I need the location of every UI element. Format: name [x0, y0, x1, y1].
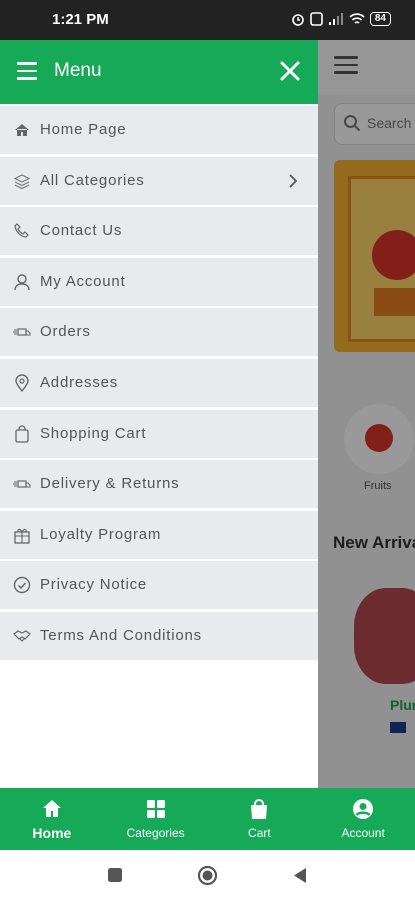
status-icons: 84 [291, 12, 391, 26]
system-navigation-bar [0, 850, 415, 900]
menu-item-label: All Categories [40, 171, 145, 189]
handshake-icon [13, 630, 31, 642]
menu-item-label: Addresses [40, 373, 119, 391]
menu-item-privacy-notice[interactable]: Privacy Notice [0, 561, 318, 610]
nav-home[interactable]: Home [0, 788, 104, 850]
location-pin-icon [15, 374, 29, 392]
nav-label: Home [32, 825, 72, 841]
nav-label: Account [341, 826, 385, 840]
menu-icon[interactable] [17, 62, 37, 85]
nav-account[interactable]: Account [311, 788, 415, 850]
menu-item-label: Delivery & Returns [40, 475, 180, 493]
delivery-truck-icon [13, 480, 31, 488]
account-circle-icon [353, 799, 374, 819]
menu-item-terms-and-conditions[interactable]: Terms And Conditions [0, 611, 318, 660]
drawer-header: Menu [0, 40, 318, 104]
shopping-bag-icon [251, 799, 268, 819]
menu-item-orders[interactable]: Orders [0, 308, 318, 357]
status-bar: 1:21 PM 84 [0, 0, 415, 40]
menu-item-all-categories[interactable]: All Categories [0, 156, 318, 205]
bottom-navigation: Home Categories Cart Account [0, 788, 415, 850]
alarm-icon [292, 14, 304, 26]
menu-item-label: Terms And Conditions [40, 626, 202, 644]
home-icon [42, 800, 61, 817]
status-time: 1:21 PM [52, 11, 109, 28]
user-icon [14, 274, 30, 290]
gift-icon [14, 528, 30, 544]
back-icon[interactable] [292, 867, 308, 884]
home-button-icon[interactable] [197, 865, 218, 886]
sim-icon [310, 12, 323, 26]
menu-item-home-page[interactable]: Home Page [0, 106, 318, 154]
menu-item-addresses[interactable]: Addresses [0, 358, 318, 407]
menu-item-contact-us[interactable]: Contact Us [0, 207, 318, 256]
menu-item-label: Orders [40, 323, 91, 341]
nav-categories[interactable]: Categories [104, 788, 208, 850]
grid-icon [146, 800, 165, 818]
chevron-right-icon [289, 173, 298, 188]
menu-item-label: Shopping Cart [40, 424, 147, 442]
home-icon [15, 124, 29, 136]
drawer-title: Menu [54, 60, 102, 81]
recent-apps-icon[interactable] [107, 867, 123, 883]
close-icon[interactable] [279, 60, 301, 82]
phone-icon [14, 223, 29, 238]
drawer-menu: Home Page All Categories Contact Us My A… [0, 106, 318, 663]
nav-label: Cart [248, 826, 271, 840]
delivery-truck-icon [13, 328, 31, 336]
shopping-bag-icon [15, 424, 29, 443]
menu-item-label: Loyalty Program [40, 525, 162, 543]
wifi-icon [349, 13, 365, 24]
battery-level: 84 [369, 12, 391, 26]
drawer-scrim[interactable] [318, 40, 415, 788]
menu-item-loyalty-program[interactable]: Loyalty Program [0, 510, 318, 559]
menu-item-label: Contact Us [40, 222, 123, 240]
check-circle-icon [13, 577, 31, 594]
nav-cart[interactable]: Cart [208, 788, 312, 850]
menu-item-label: My Account [40, 272, 126, 290]
menu-item-delivery-returns[interactable]: Delivery & Returns [0, 460, 318, 509]
signal-icon [328, 13, 343, 25]
menu-item-shopping-cart[interactable]: Shopping Cart [0, 409, 318, 458]
layers-icon [13, 173, 31, 189]
menu-item-label: Home Page [40, 121, 127, 138]
menu-item-label: Privacy Notice [40, 576, 148, 594]
menu-item-my-account[interactable]: My Account [0, 257, 318, 306]
nav-label: Categories [126, 826, 185, 840]
navigation-drawer: Menu Home Page All Categories Contact Us… [0, 40, 318, 788]
